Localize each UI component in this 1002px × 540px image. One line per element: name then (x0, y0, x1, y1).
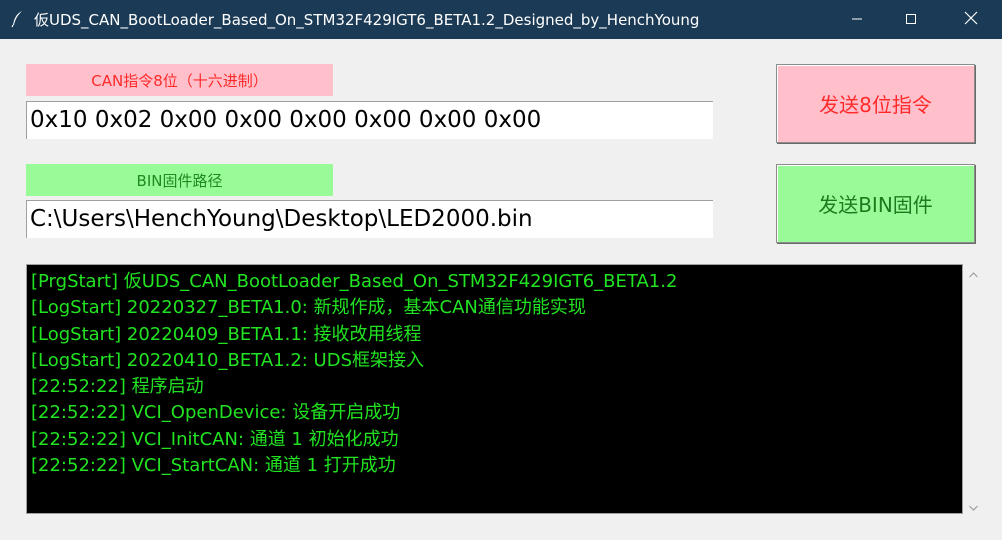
send-bin-firmware-button[interactable]: 发送BIN固件 (776, 164, 975, 243)
log-line: [22:52:22] 程序启动 (31, 376, 204, 398)
minimize-icon (851, 10, 863, 29)
maximize-icon (905, 10, 917, 29)
scroll-up-button[interactable] (965, 264, 982, 281)
log-line: [LogStart] 20220409_BETA1.1: 接收改用线程 (31, 323, 422, 345)
bin-path-input[interactable]: C:\Users\HenchYoung\Desktop\LED2000.bin (26, 200, 713, 238)
close-icon (964, 10, 978, 29)
log-output[interactable]: [PrgStart] 仮UDS_CAN_BootLoader_Based_On_… (26, 264, 963, 514)
log-line: [22:52:22] VCI_InitCAN: 通道 1 初始化成功 (31, 428, 399, 450)
can-command-label: CAN指令8位（十六进制） (26, 64, 333, 96)
log-line: [LogStart] 20220410_BETA1.2: UDS框架接入 (31, 349, 425, 371)
log-scrollbar[interactable] (965, 264, 982, 514)
log-line: [22:52:22] VCI_StartCAN: 通道 1 打开成功 (31, 455, 396, 477)
can-command-input[interactable]: 0x10 0x02 0x00 0x00 0x00 0x00 0x00 0x00 (26, 101, 713, 139)
log-line: [LogStart] 20220327_BETA1.0: 新规作成，基本CAN通… (31, 297, 586, 319)
send-can-command-button[interactable]: 发送8位指令 (776, 64, 975, 143)
feather-icon[interactable] (10, 10, 26, 28)
close-button[interactable] (948, 0, 994, 39)
log-line: [PrgStart] 仮UDS_CAN_BootLoader_Based_On_… (31, 271, 678, 292)
title-bar: 仮UDS_CAN_BootLoader_Based_On_STM32F429IG… (0, 0, 1002, 39)
log-line: [22:52:22] VCI_OpenDevice: 设备开启成功 (31, 402, 401, 424)
maximize-button[interactable] (888, 0, 934, 39)
chevron-down-icon (969, 496, 978, 515)
chevron-up-icon (969, 263, 978, 282)
scroll-down-button[interactable] (965, 497, 982, 514)
bin-path-label: BIN固件路径 (26, 164, 333, 196)
window-title: 仮UDS_CAN_BootLoader_Based_On_STM32F429IG… (34, 11, 700, 29)
minimize-button[interactable] (834, 0, 880, 39)
